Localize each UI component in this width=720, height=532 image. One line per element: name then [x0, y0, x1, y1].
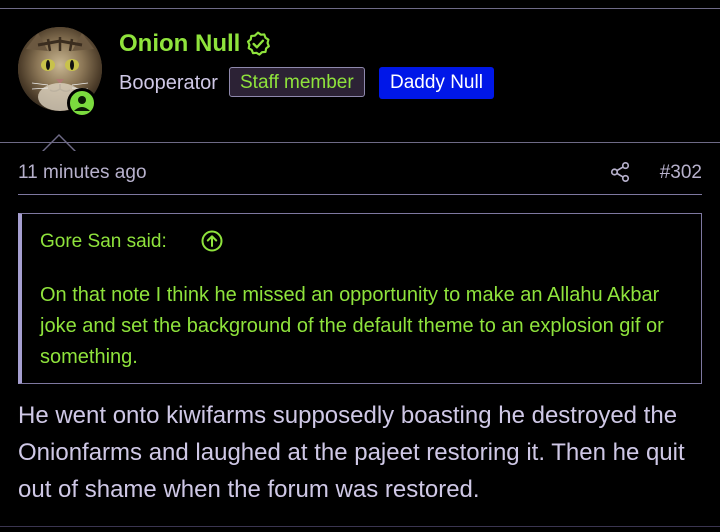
post-body: He went onto kiwifarms supposedly boasti…	[18, 402, 685, 503]
bottom-divider	[0, 526, 720, 527]
quote-attribution[interactable]: Gore San said:	[40, 230, 167, 254]
user-header: Onion Null Booperator Staff member Daddy…	[0, 9, 720, 151]
username[interactable]: Onion Null	[119, 28, 240, 60]
quote-text: On that note I think he missed an opport…	[40, 284, 664, 368]
header-divider	[0, 142, 720, 143]
meta-divider	[18, 194, 702, 195]
user-title: Booperator	[119, 72, 218, 94]
quote-block: Gore San said: On that note I think he m…	[18, 213, 702, 384]
post-container: Onion Null Booperator Staff member Daddy…	[0, 0, 720, 532]
arrow-up-circle-icon[interactable]	[200, 229, 224, 253]
post-meta: 11 minutes ago #302	[18, 159, 702, 187]
staff-member-badge: Staff member	[229, 67, 365, 97]
daddy-null-badge: Daddy Null	[379, 67, 494, 99]
header-pointer-inner	[44, 136, 74, 151]
post-number-link[interactable]: #302	[660, 161, 702, 185]
share-icon[interactable]	[609, 161, 631, 183]
post-timestamp[interactable]: 11 minutes ago	[18, 161, 147, 185]
verified-check-icon	[246, 31, 270, 56]
online-status-icon	[67, 88, 97, 118]
